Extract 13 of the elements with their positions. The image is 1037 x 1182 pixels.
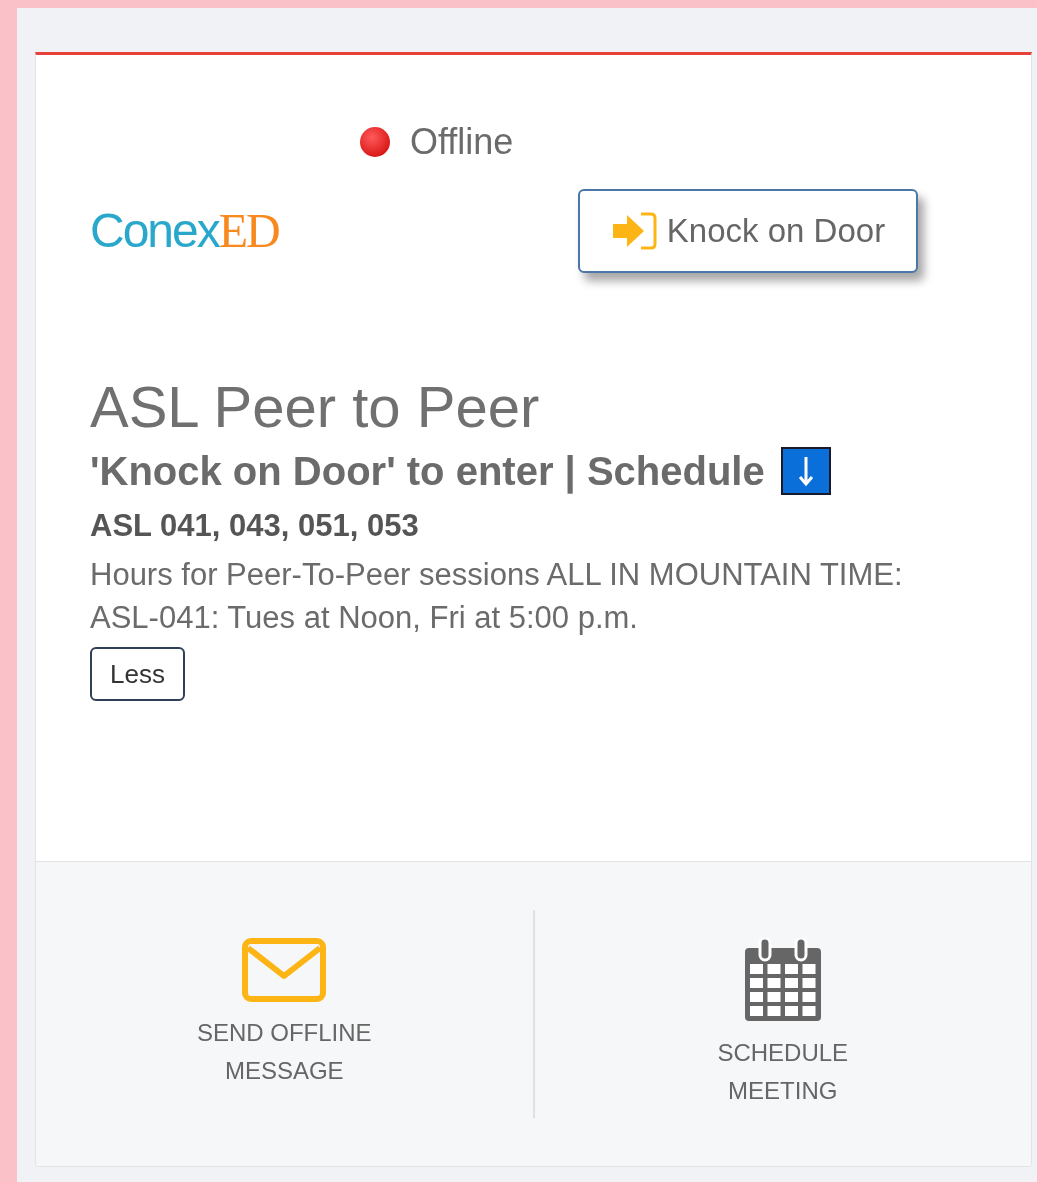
action-button[interactable]: SEND OFFLINE MESSAGE <box>36 910 533 1118</box>
room-title: ASL Peer to Peer <box>90 373 541 441</box>
calendar-icon <box>743 938 822 1022</box>
hours-description: Hours for Peer-To-Peer sessions ALL IN MOUNTAIN TIME: ASL-041: Tues at Noon, Fri at 5:00 p.m. <box>90 556 904 637</box>
action-button[interactable]: SCHEDULE MEETING <box>532 910 1031 1118</box>
course-codes: ASL 041, 043, 051, 053 <box>90 506 420 545</box>
knock-button[interactable]: Knock on Door <box>578 189 918 273</box>
room-subtitle: 'Knock on Door' to enter | Schedule <box>90 447 765 496</box>
enter-arrow-icon <box>610 211 657 251</box>
conexed-logo: ConexED <box>90 203 280 259</box>
status-label: Offline <box>410 120 514 164</box>
less-button[interactable]: Less <box>90 647 185 701</box>
envelope-icon <box>242 938 327 1002</box>
